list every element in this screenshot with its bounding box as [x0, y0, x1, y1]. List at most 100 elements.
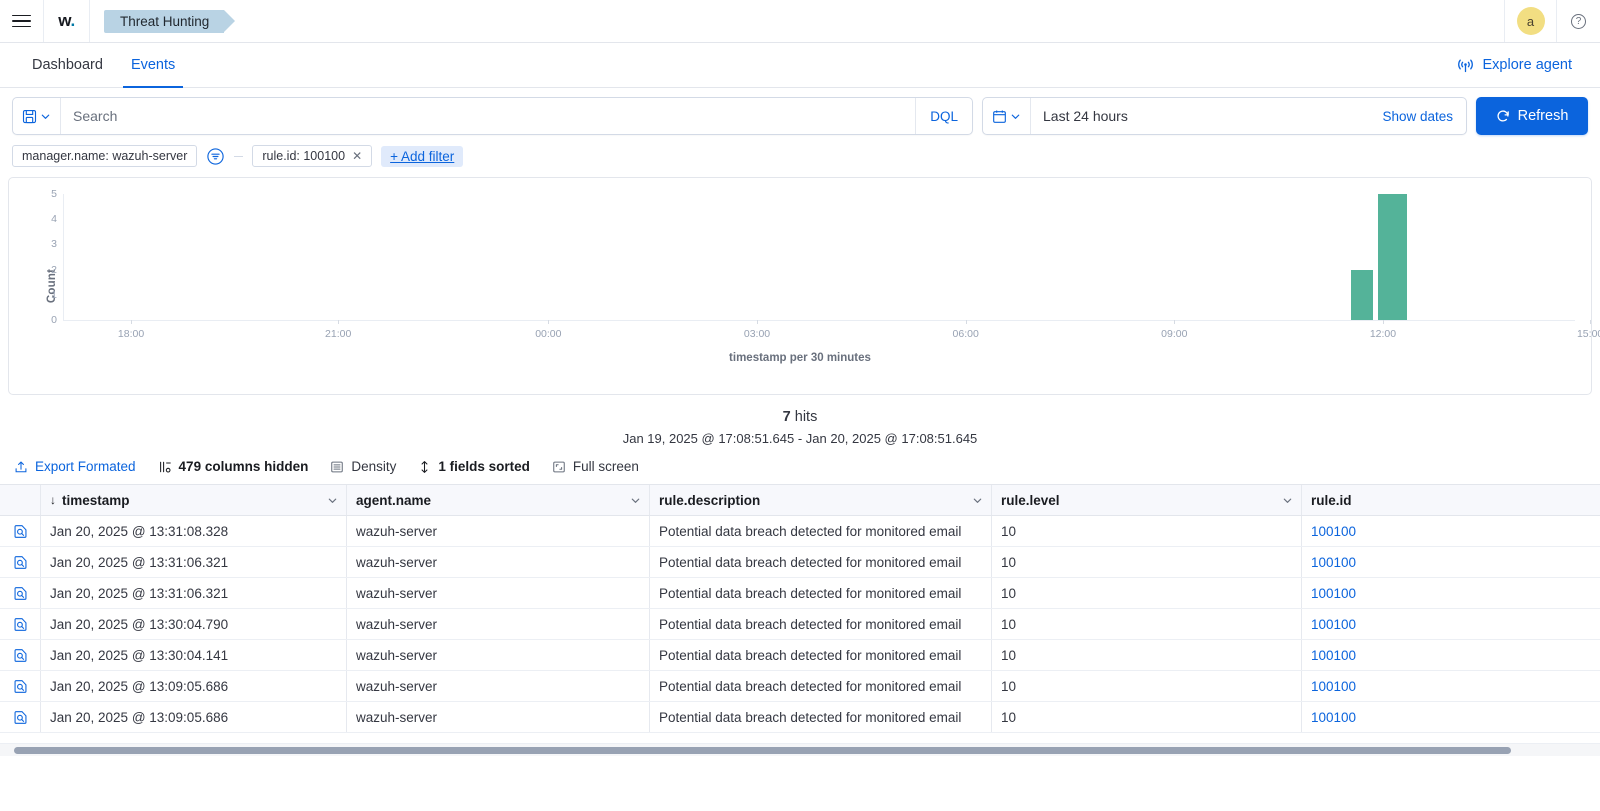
- column-header-rule-level[interactable]: rule.level: [991, 485, 1301, 515]
- histogram-panel: Count 012345 18:0021:0000:0003:0006:0009…: [8, 177, 1592, 395]
- cell-rule-id[interactable]: 100100: [1301, 640, 1600, 670]
- refresh-button[interactable]: Refresh: [1476, 97, 1588, 135]
- table-row[interactable]: Jan 20, 2025 @ 13:31:06.321wazuh-serverP…: [0, 578, 1600, 609]
- wazuh-logo[interactable]: w.: [44, 0, 90, 42]
- breadcrumb-threat-hunting[interactable]: Threat Hunting: [104, 10, 224, 33]
- cell-agent-name: wazuh-server: [346, 578, 649, 608]
- y-axis-tick: 2: [41, 264, 57, 276]
- expand-document-button[interactable]: [0, 702, 40, 732]
- table-row[interactable]: Jan 20, 2025 @ 13:09:05.686wazuh-serverP…: [0, 702, 1600, 733]
- scrollbar-thumb[interactable]: [14, 747, 1511, 754]
- filter-pill-rule-id[interactable]: rule.id: 100100 ✕: [252, 145, 372, 167]
- top-bar-right: a ?: [1504, 0, 1600, 42]
- help-button[interactable]: ?: [1556, 0, 1600, 42]
- table-row[interactable]: Jan 20, 2025 @ 13:31:08.328wazuh-serverP…: [0, 516, 1600, 547]
- cell-rule-description: Potential data breach detected for monit…: [649, 702, 991, 732]
- inspect-document-icon: [13, 710, 28, 725]
- column-header-agent-name[interactable]: agent.name: [346, 485, 649, 515]
- page-bottom-area: [0, 756, 1600, 811]
- hamburger-menu-button[interactable]: [0, 0, 44, 42]
- avatar[interactable]: a: [1517, 7, 1545, 35]
- cell-rule-id[interactable]: 100100: [1301, 671, 1600, 701]
- cell-rule-description: Potential data breach detected for monit…: [649, 640, 991, 670]
- tab-dashboard-label: Dashboard: [32, 57, 103, 73]
- expand-document-button[interactable]: [0, 516, 40, 546]
- filter-separator: [234, 156, 243, 157]
- x-axis-tick: 00:00: [535, 328, 561, 340]
- hits-count-line: 7 hits: [0, 409, 1600, 425]
- cell-rule-level: 10: [991, 516, 1301, 546]
- cell-rule-level: 10: [991, 702, 1301, 732]
- hits-label: hits: [795, 409, 818, 425]
- saved-query-button[interactable]: [13, 98, 61, 134]
- cell-agent-name: wazuh-server: [346, 609, 649, 639]
- column-header-timestamp[interactable]: ↓timestamp: [40, 485, 346, 515]
- table-row[interactable]: Jan 20, 2025 @ 13:31:06.321wazuh-serverP…: [0, 547, 1600, 578]
- cell-timestamp: Jan 20, 2025 @ 13:30:04.141: [40, 640, 346, 670]
- x-axis-tick: 03:00: [744, 328, 770, 340]
- show-dates-button[interactable]: Show dates: [1382, 109, 1466, 124]
- expand-document-button[interactable]: [0, 547, 40, 577]
- date-range-display[interactable]: Last 24 hours: [1031, 108, 1382, 124]
- columns-hidden-button[interactable]: 479 columns hidden: [158, 459, 309, 474]
- column-header-label: agent.name: [356, 493, 431, 508]
- expand-document-button[interactable]: [0, 578, 40, 608]
- filter-pill-manager-name[interactable]: manager.name: wazuh-server: [12, 145, 197, 167]
- histogram-bar[interactable]: [1351, 270, 1373, 320]
- horizontal-scrollbar[interactable]: [0, 743, 1600, 756]
- cell-rule-id[interactable]: 100100: [1301, 702, 1600, 732]
- date-quick-select-button[interactable]: [983, 98, 1031, 134]
- refresh-label: Refresh: [1518, 108, 1569, 124]
- cell-rule-id[interactable]: 100100: [1301, 609, 1600, 639]
- search-bar: DQL: [12, 97, 973, 135]
- export-formatted-button[interactable]: Export Formated: [14, 459, 136, 474]
- explore-agent-button[interactable]: Explore agent: [1457, 57, 1582, 73]
- cell-timestamp: Jan 20, 2025 @ 13:09:05.686: [40, 702, 346, 732]
- table-row[interactable]: Jan 20, 2025 @ 13:30:04.790wazuh-serverP…: [0, 609, 1600, 640]
- inspect-document-icon: [13, 617, 28, 632]
- expand-document-button[interactable]: [0, 609, 40, 639]
- histogram-bar[interactable]: [1378, 194, 1407, 320]
- cell-rule-id[interactable]: 100100: [1301, 547, 1600, 577]
- density-button[interactable]: Density: [330, 459, 396, 474]
- columns-icon: [158, 460, 172, 474]
- page-tabs: Dashboard Events Explore agent: [0, 43, 1600, 88]
- full-screen-button[interactable]: Full screen: [552, 459, 639, 474]
- tab-events[interactable]: Events: [117, 43, 189, 88]
- tab-dashboard[interactable]: Dashboard: [18, 43, 117, 88]
- table-row[interactable]: Jan 20, 2025 @ 13:30:04.141wazuh-serverP…: [0, 640, 1600, 671]
- query-language-button[interactable]: DQL: [915, 98, 972, 134]
- column-header-rule-id[interactable]: rule.id: [1301, 485, 1600, 515]
- x-axis-tickmark: [548, 320, 549, 324]
- search-input[interactable]: [61, 98, 915, 134]
- date-picker: Last 24 hours Show dates: [982, 97, 1467, 135]
- cell-rule-id[interactable]: 100100: [1301, 578, 1600, 608]
- table-row[interactable]: Jan 20, 2025 @ 13:09:05.686wazuh-serverP…: [0, 671, 1600, 702]
- chevron-down-icon[interactable]: [1282, 495, 1293, 506]
- events-table: ↓timestampagent.namerule.descriptionrule…: [0, 484, 1600, 733]
- arrow-down-icon: ↓: [50, 493, 56, 507]
- expand-document-button[interactable]: [0, 671, 40, 701]
- x-axis-tick: 15:00: [1577, 328, 1600, 340]
- filter-circle-icon[interactable]: [206, 147, 225, 166]
- cell-timestamp: Jan 20, 2025 @ 13:09:05.686: [40, 671, 346, 701]
- full-screen-label: Full screen: [573, 459, 639, 474]
- column-header-rule-description[interactable]: rule.description: [649, 485, 991, 515]
- chevron-down-icon[interactable]: [630, 495, 641, 506]
- histogram-chart: Count 012345 18:0021:0000:0003:0006:0009…: [9, 178, 1591, 394]
- expand-document-button[interactable]: [0, 640, 40, 670]
- chevron-down-icon[interactable]: [327, 495, 338, 506]
- fields-sorted-button[interactable]: 1 fields sorted: [418, 459, 530, 474]
- hits-count: 7: [783, 409, 791, 425]
- cell-rule-id[interactable]: 100100: [1301, 516, 1600, 546]
- inspect-document-icon: [13, 679, 28, 694]
- close-icon[interactable]: ✕: [352, 149, 362, 163]
- plot-area: [63, 194, 1575, 320]
- chevron-down-icon[interactable]: [972, 495, 983, 506]
- x-axis-tick: 06:00: [953, 328, 979, 340]
- grid-toolbar: Export Formated 479 columns hidden Densi…: [0, 448, 1600, 484]
- filter-pill-label: manager.name: wazuh-server: [22, 149, 187, 163]
- tab-events-label: Events: [131, 57, 175, 73]
- add-filter-button[interactable]: + Add filter: [381, 146, 463, 167]
- query-bar: DQL Last 24 hours Show dates: [0, 88, 1600, 135]
